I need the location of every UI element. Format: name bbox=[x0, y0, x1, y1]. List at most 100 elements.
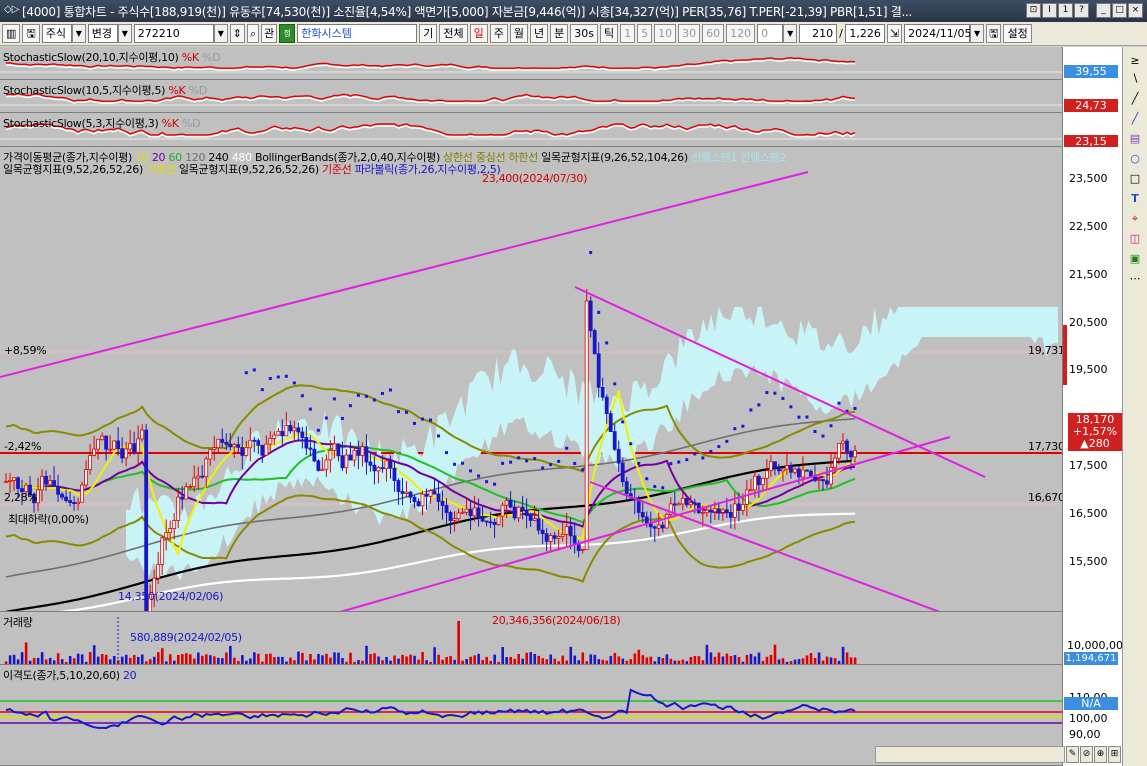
parabolic-dot bbox=[372, 398, 376, 402]
tool-text-icon[interactable]: T bbox=[1126, 191, 1144, 207]
chevron-down-icon[interactable]: ▼ bbox=[71, 24, 86, 43]
period-year-button[interactable]: 년 bbox=[530, 24, 549, 43]
parabolic-dot bbox=[412, 421, 416, 425]
volume-bar bbox=[393, 655, 396, 664]
screen-1-icon[interactable]: 1 bbox=[1058, 3, 1073, 18]
code-input[interactable]: 272210 ▼ bbox=[133, 24, 228, 43]
volume-bar bbox=[737, 657, 741, 664]
tool-circle-icon[interactable]: ○ bbox=[1126, 151, 1144, 167]
tool-collapse-icon[interactable]: ≥ bbox=[1126, 53, 1144, 69]
period-tick-button[interactable]: 틱 bbox=[600, 24, 619, 43]
chevron-down-icon[interactable]: ▼ bbox=[213, 24, 228, 43]
layout-icon[interactable]: ▥ bbox=[2, 24, 21, 43]
interval-60-button[interactable]: 60 bbox=[702, 24, 725, 43]
wrench-icon[interactable]: ✎ bbox=[1066, 746, 1079, 763]
chevron-down-icon[interactable]: ▼ bbox=[970, 24, 985, 43]
volume-bar bbox=[853, 657, 857, 664]
period-week-button[interactable]: 주 bbox=[489, 24, 508, 43]
minimize-button[interactable]: _ bbox=[1096, 3, 1111, 18]
reset-icon[interactable]: ⊞ bbox=[1108, 746, 1121, 763]
pct-low-label: 2,28% bbox=[4, 491, 38, 504]
tool-trend-icon[interactable]: ╱ bbox=[1126, 111, 1144, 127]
candle-body bbox=[448, 512, 453, 521]
tool-more-icon[interactable]: ⋯ bbox=[1126, 271, 1144, 287]
candle-body bbox=[252, 439, 257, 442]
stoch-panel-2[interactable]: StochasticSlow(10,5,지수이평,5) %K %D bbox=[0, 80, 1062, 113]
link-icon[interactable]: ⊡ bbox=[1026, 3, 1041, 18]
change-select[interactable]: 변경 ▼ bbox=[87, 24, 132, 43]
market-value[interactable]: 주식 bbox=[41, 24, 72, 43]
candle-body bbox=[785, 465, 789, 470]
candle-body bbox=[740, 504, 745, 511]
settings-button[interactable]: 설정 bbox=[1003, 24, 1032, 43]
volume-panel[interactable]: 거래량 20,346,356(2024/06/18) 580,889(2024/… bbox=[0, 612, 1062, 665]
count-shown-field[interactable]: 210 bbox=[799, 24, 838, 43]
zoom-in-icon[interactable]: ⊕ bbox=[1094, 746, 1107, 763]
chevron-down-icon[interactable]: ▼ bbox=[783, 24, 798, 43]
tool-line-icon[interactable]: ╱ bbox=[1126, 91, 1144, 107]
chevron-down-icon[interactable]: ▼ bbox=[117, 24, 132, 43]
market-select[interactable]: 주식 ▼ bbox=[41, 24, 86, 43]
pin-icon[interactable]: Ⅰ bbox=[1042, 3, 1057, 18]
volume-bar bbox=[201, 655, 204, 664]
stock-code-field[interactable]: 272210 bbox=[133, 24, 214, 43]
volume-bar bbox=[309, 653, 312, 664]
tool-grid-icon[interactable]: ▣ bbox=[1126, 251, 1144, 267]
interval-30-button[interactable]: 30 bbox=[678, 24, 701, 43]
candle-body bbox=[684, 497, 689, 506]
help-icon[interactable]: ? bbox=[1074, 3, 1089, 18]
app-icon[interactable]: ◇▷ bbox=[4, 4, 19, 18]
gi-button[interactable]: 기 bbox=[419, 24, 438, 43]
period-minute-button[interactable]: 분 bbox=[550, 24, 569, 43]
period-day-button[interactable]: 일 bbox=[469, 24, 488, 43]
info-icon[interactable]: 정 bbox=[279, 24, 296, 43]
period-30s-button[interactable]: 30s bbox=[570, 24, 599, 43]
chart-area[interactable]: StochasticSlow(20,10,지수이평,10) %K %D 39,5… bbox=[0, 47, 1130, 766]
news-icon[interactable]: 관 bbox=[261, 24, 278, 43]
zoom-out-icon[interactable]: ⊘ bbox=[1080, 746, 1093, 763]
change-value[interactable]: 변경 bbox=[87, 24, 118, 43]
parabolic-dot bbox=[789, 405, 793, 409]
date-select[interactable]: 2024/11/05 ▼ bbox=[904, 24, 985, 43]
count-zero-value[interactable]: 0 bbox=[757, 24, 784, 43]
stoch-3-k: %K bbox=[161, 117, 179, 130]
save-icon[interactable]: 🖫 bbox=[986, 24, 1002, 43]
parabolic-dot bbox=[645, 477, 649, 481]
volume-bar bbox=[88, 652, 92, 664]
tool-rect-icon[interactable]: □ bbox=[1126, 171, 1144, 187]
tick-22500: 22,500 bbox=[1069, 220, 1108, 233]
candle-body bbox=[272, 434, 277, 439]
count-zero-select[interactable]: 0 ▼ bbox=[757, 24, 798, 43]
interval-10-button[interactable]: 10 bbox=[654, 24, 677, 43]
date-toggle-icon[interactable]: ⇲ bbox=[886, 24, 903, 43]
tool-pin-icon[interactable]: ∖ bbox=[1126, 71, 1144, 87]
stoch-panel-1[interactable]: StochasticSlow(20,10,지수이평,10) %K %D bbox=[0, 47, 1062, 80]
interval-5-button[interactable]: 5 bbox=[637, 24, 653, 43]
horizontal-scrollbar[interactable] bbox=[875, 746, 1065, 763]
close-button[interactable]: × bbox=[1128, 3, 1143, 18]
price-panel[interactable]: 가격이동평균(종가,지수이평) 10 20 60 120 240 480 Bol… bbox=[0, 147, 1062, 612]
interval-1-button[interactable]: 1 bbox=[620, 24, 636, 43]
tool-panel-icon[interactable]: ◫ bbox=[1126, 231, 1144, 247]
parabolic-dot bbox=[797, 415, 801, 419]
all-button[interactable]: 전체 bbox=[439, 24, 468, 43]
save-chart-icon[interactable]: 🖫 bbox=[22, 24, 40, 43]
candle-body bbox=[793, 468, 797, 473]
parabolic-dot bbox=[661, 486, 665, 490]
stepper-icon[interactable]: ⇕ bbox=[229, 24, 245, 43]
interval-120-button[interactable]: 120 bbox=[726, 24, 756, 43]
volume-bar bbox=[8, 655, 12, 664]
parabolic-dot bbox=[388, 388, 392, 392]
period-month-button[interactable]: 월 bbox=[509, 24, 529, 43]
volume-bar bbox=[229, 645, 232, 664]
tool-eraser-icon[interactable]: ▤ bbox=[1126, 131, 1144, 147]
date-field[interactable]: 2024/11/05 bbox=[904, 24, 972, 43]
parabolic-dot bbox=[324, 416, 328, 420]
stoch-panel-3[interactable]: StochasticSlow(5,3,지수이평,3) %K %D bbox=[0, 113, 1062, 147]
parabolic-dot bbox=[677, 460, 681, 464]
maximize-button[interactable]: □ bbox=[1112, 3, 1127, 18]
volume-min-note: 580,889(2024/02/05) bbox=[130, 631, 242, 644]
stoch-1-legend: StochasticSlow(20,10,지수이평,10) %K %D bbox=[3, 49, 221, 65]
search-icon[interactable]: ⌕ bbox=[247, 24, 260, 43]
tool-cross-icon[interactable]: ⌖ bbox=[1126, 211, 1144, 227]
